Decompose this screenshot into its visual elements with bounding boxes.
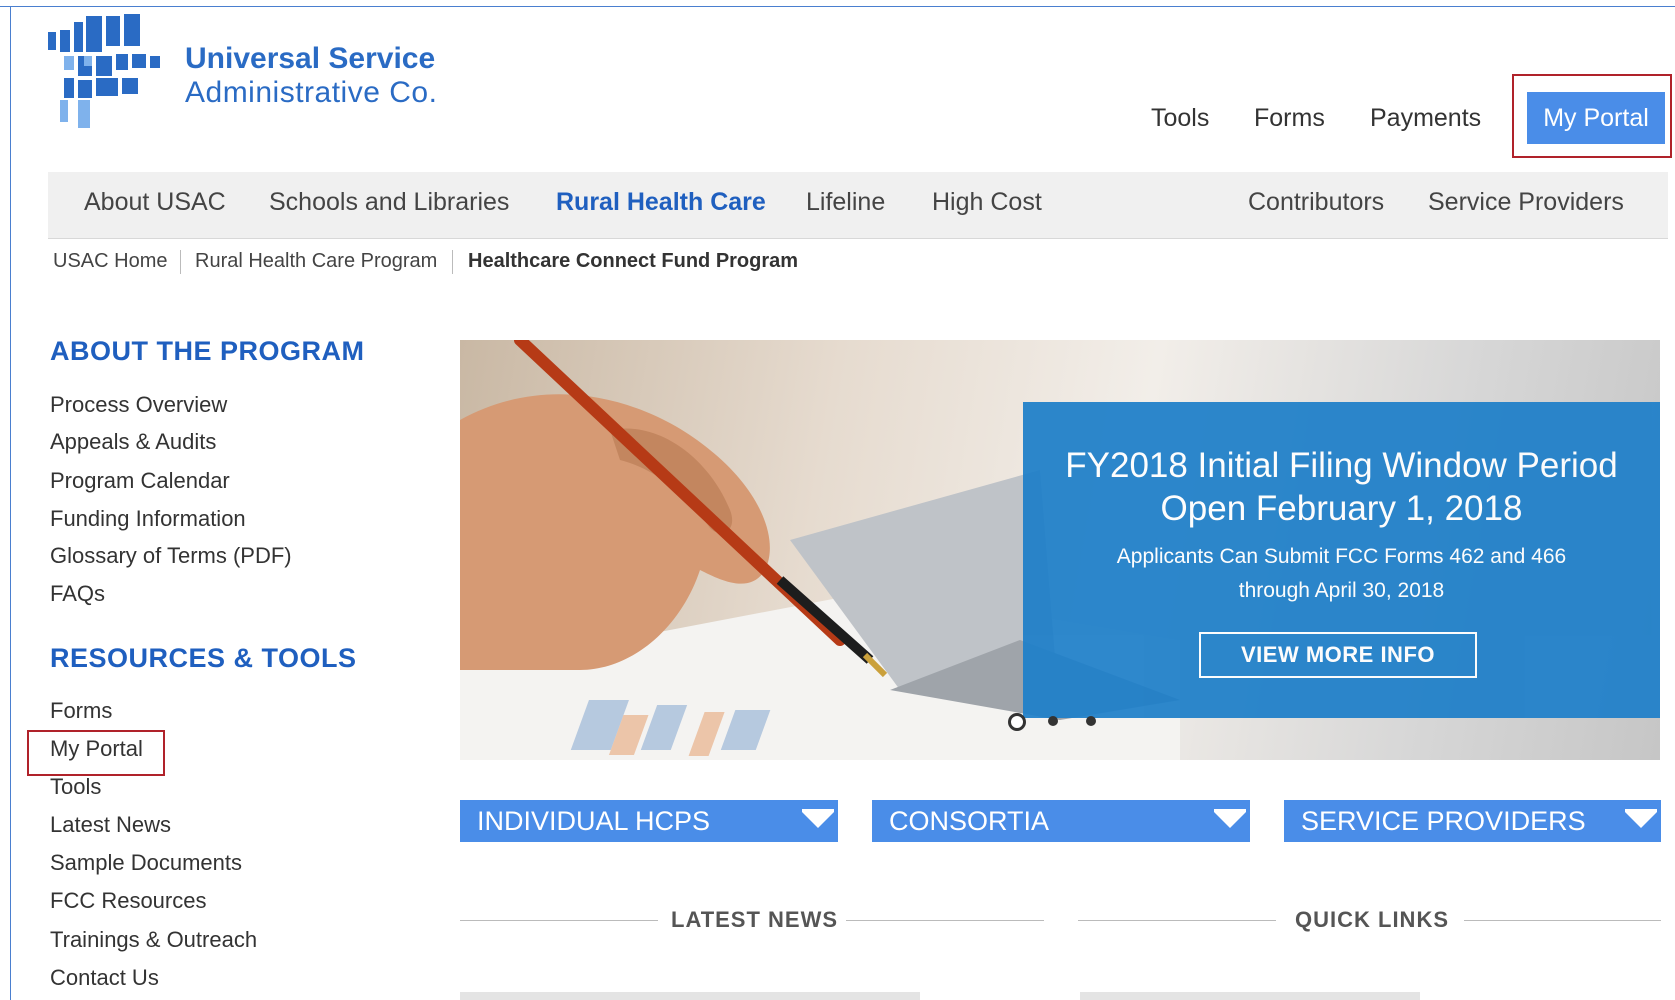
nav-about-usac[interactable]: About USAC [84,188,226,217]
quick-links-heading: QUICK LINKS [1295,907,1449,932]
nav-rural-health-care[interactable]: Rural Health Care [556,188,766,217]
window-frame-top [0,6,1675,7]
divider-line [846,920,1044,921]
main-nav-bar: About USAC Schools and Libraries Rural H… [48,172,1668,239]
individual-hcps-label: INDIVIDUAL HCPS [477,806,711,836]
view-more-info-button[interactable]: VIEW MORE INFO [1199,632,1477,678]
divider-line [460,920,658,921]
chevron-down-icon [1214,812,1246,828]
breadcrumb-separator [180,250,181,274]
sidebar-heading-about: ABOUT THE PROGRAM [50,336,365,366]
sidebar-link-sample-documents[interactable]: Sample Documents [50,850,242,876]
util-nav-payments[interactable]: Payments [1370,104,1481,133]
nav-service-providers[interactable]: Service Providers [1428,188,1624,217]
logo-line2: Administrative Co. [185,76,438,109]
sidebar-link-forms[interactable]: Forms [50,698,112,724]
sidebar-link-fcc-resources[interactable]: FCC Resources [50,888,206,914]
chevron-down-icon [802,812,834,828]
quick-link-cutoff [1080,992,1420,1000]
sidebar-link-trainings-outreach[interactable]: Trainings & Outreach [50,927,257,953]
breadcrumb-separator [452,250,453,274]
service-providers-dropdown[interactable]: SERVICE PROVIDERS [1284,800,1661,842]
nav-lifeline[interactable]: Lifeline [806,188,885,217]
sidebar-link-faqs[interactable]: FAQs [50,581,105,607]
sidebar-link-tools[interactable]: Tools [50,774,101,800]
consortia-dropdown[interactable]: CONSORTIA [872,800,1250,842]
service-providers-label: SERVICE PROVIDERS [1301,806,1586,836]
breadcrumb-rural-health-care-program[interactable]: Rural Health Care Program [195,250,437,273]
individual-hcps-dropdown[interactable]: INDIVIDUAL HCPS [460,800,838,842]
util-nav-forms[interactable]: Forms [1254,104,1325,133]
sidebar-link-contact-us[interactable]: Contact Us [50,965,159,991]
hero-title-line1: FY2018 Initial Filing Window Period [1065,446,1618,485]
usac-logo[interactable]: Universal Service Administrative Co. [48,12,468,132]
sidebar-link-glossary[interactable]: Glossary of Terms (PDF) [50,543,292,569]
nav-schools-libraries[interactable]: Schools and Libraries [269,188,509,217]
hero-announcement-panel: FY2018 Initial Filing Window Period Open… [1023,402,1660,718]
divider-line [1464,920,1661,921]
nav-contributors[interactable]: Contributors [1248,188,1384,217]
consortia-label: CONSORTIA [889,806,1050,836]
sidebar-link-appeals-audits[interactable]: Appeals & Audits [50,429,216,455]
hero-subtitle-line1: Applicants Can Submit FCC Forms 462 and … [1116,545,1567,568]
logo-line1: Universal Service [185,42,436,75]
nav-high-cost[interactable]: High Cost [932,188,1042,217]
sidebar-link-latest-news[interactable]: Latest News [50,812,171,838]
my-portal-highlight-box [1512,74,1672,158]
window-frame-left [10,6,11,1000]
my-portal-sidebar-highlight-box [27,730,165,776]
sidebar-heading-resources: RESOURCES & TOOLS [50,643,357,673]
breadcrumb-usac-home[interactable]: USAC Home [53,250,167,273]
hero-subtitle-line2: through April 30, 2018 [1238,579,1445,602]
divider-line [1078,920,1276,921]
util-nav-tools[interactable]: Tools [1151,104,1209,133]
sidebar-link-process-overview[interactable]: Process Overview [50,392,227,418]
news-item-cutoff [460,992,920,1000]
chevron-down-icon [1625,812,1657,828]
carousel-dot-3[interactable] [1086,716,1096,726]
hero-carousel[interactable]: FY2018 Initial Filing Window Period Open… [460,340,1660,760]
breadcrumb-current: Healthcare Connect Fund Program [468,250,799,272]
carousel-dot-2[interactable] [1048,716,1058,726]
latest-news-heading: LATEST NEWS [671,907,839,932]
carousel-dot-1-active[interactable] [1008,713,1026,731]
sidebar-link-program-calendar[interactable]: Program Calendar [50,468,230,494]
sidebar-link-funding-information[interactable]: Funding Information [50,506,246,532]
hero-title-line2: Open February 1, 2018 [1160,489,1523,528]
usac-logo-mark [48,14,160,128]
